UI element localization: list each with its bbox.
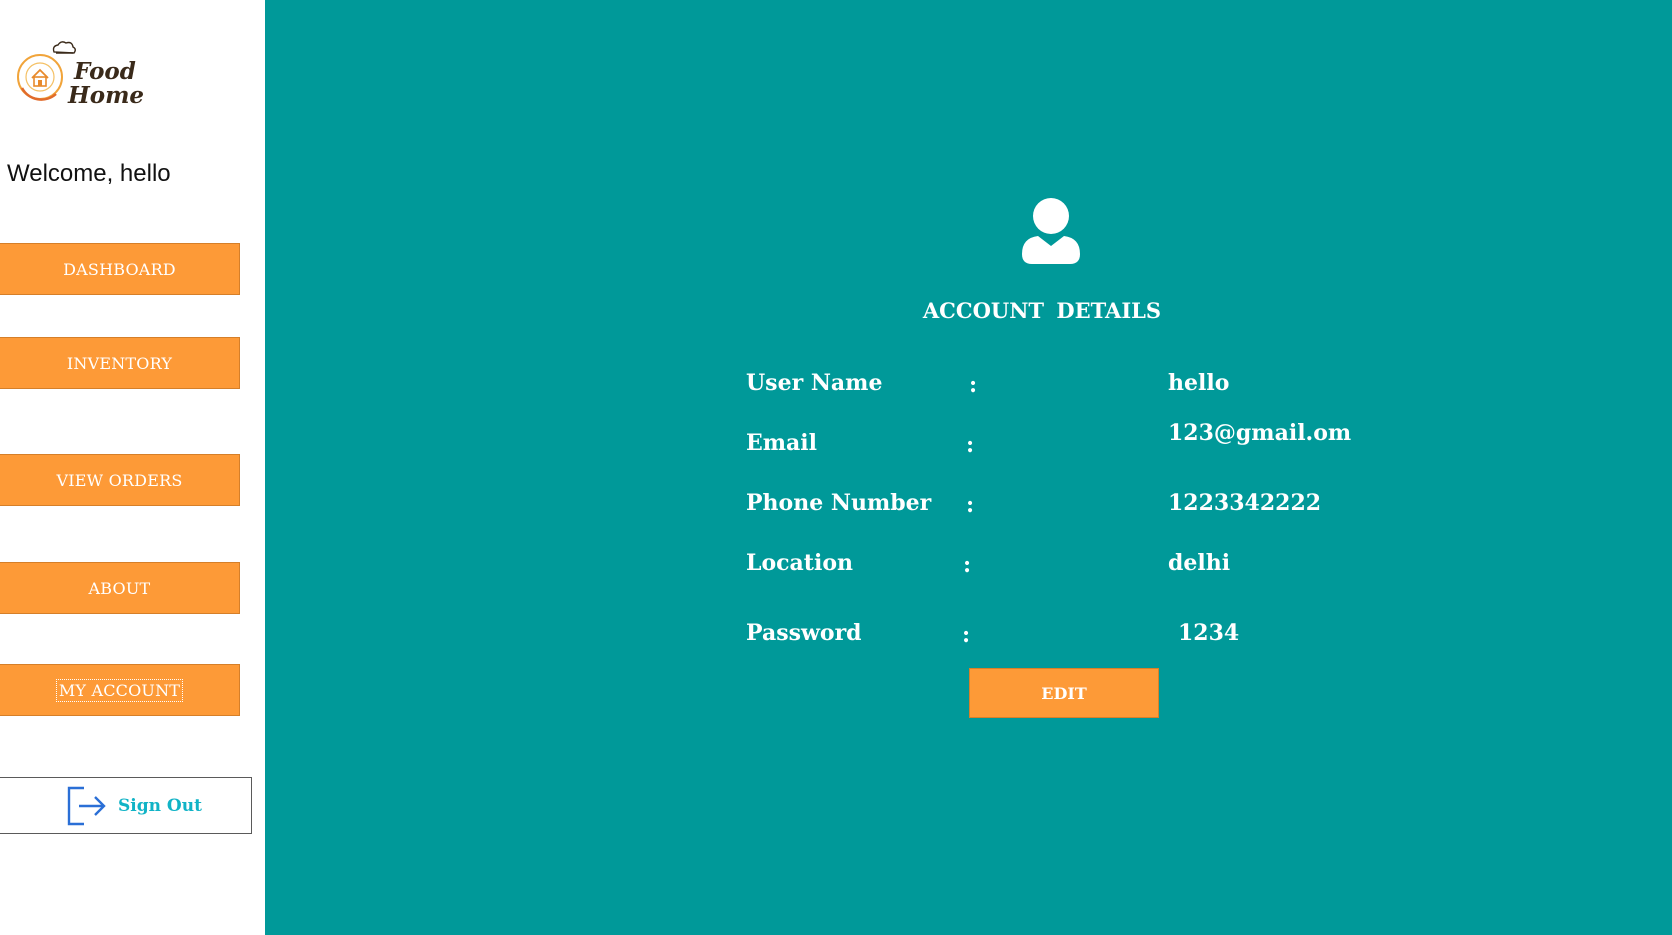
phone-label: Phone Number xyxy=(746,490,932,516)
user-icon xyxy=(1022,198,1080,264)
about-button-label: ABOUT xyxy=(88,578,151,598)
logo-wordmark: Food Home xyxy=(68,60,144,108)
sign-out-icon xyxy=(67,786,106,825)
email-label: Email xyxy=(746,430,818,456)
app-window: Food Home Welcome, hello DASHBOARD INVEN… xyxy=(0,0,1672,935)
sign-out-label: Sign Out xyxy=(118,795,202,816)
email-colon: : xyxy=(966,432,975,458)
location-colon: : xyxy=(963,552,972,578)
username-value: hello xyxy=(1168,370,1230,396)
email-value: 123@gmail.om xyxy=(1168,420,1352,446)
sign-out-button[interactable]: Sign Out xyxy=(0,777,252,834)
logo-line-1: Food xyxy=(74,58,136,85)
about-button[interactable]: ABOUT xyxy=(0,562,240,614)
phone-colon: : xyxy=(966,492,975,518)
location-label: Location xyxy=(746,550,853,576)
password-colon: : xyxy=(962,622,971,648)
inventory-button-label: INVENTORY xyxy=(66,353,173,373)
view-orders-button[interactable]: VIEW ORDERS xyxy=(0,454,240,506)
username-colon: : xyxy=(969,372,978,398)
location-value: delhi xyxy=(1168,550,1231,576)
logo-line-2: Home xyxy=(68,82,145,109)
edit-button-label: EDIT xyxy=(1041,683,1087,703)
edit-button[interactable]: EDIT xyxy=(969,668,1159,718)
phone-value: 1223342222 xyxy=(1168,490,1322,516)
sidebar: Food Home Welcome, hello DASHBOARD INVEN… xyxy=(0,0,265,935)
my-account-button-label: MY ACCOUNT xyxy=(55,678,184,702)
my-account-button[interactable]: MY ACCOUNT xyxy=(0,664,240,716)
account-details-title: ACCOUNT DETAILS xyxy=(922,298,1162,323)
password-label: Password xyxy=(746,620,862,646)
food-home-logo: Food Home xyxy=(16,40,146,120)
username-label: User Name xyxy=(746,370,883,396)
view-orders-button-label: VIEW ORDERS xyxy=(56,470,183,490)
main-panel xyxy=(265,0,1672,935)
welcome-text: Welcome, hello xyxy=(7,160,171,187)
inventory-button[interactable]: INVENTORY xyxy=(0,337,240,389)
dashboard-button-label: DASHBOARD xyxy=(63,259,176,279)
dashboard-button[interactable]: DASHBOARD xyxy=(0,243,240,295)
password-value: 1234 xyxy=(1178,620,1240,646)
